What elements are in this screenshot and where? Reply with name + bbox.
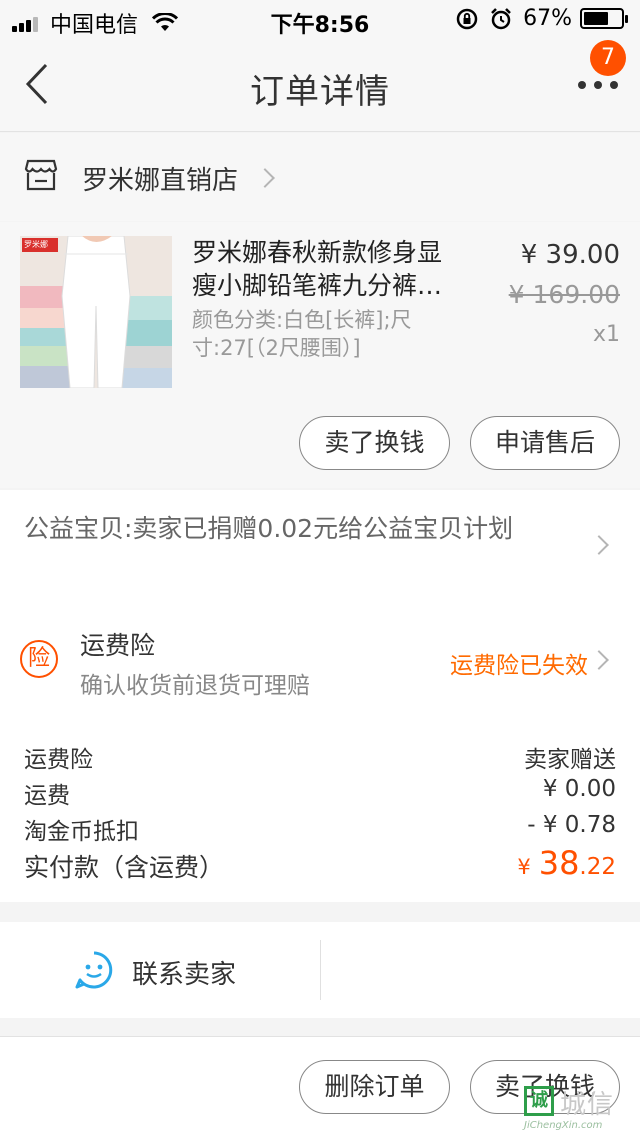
watermark-text: 城信 — [560, 1090, 615, 1120]
total-currency: ¥ — [517, 855, 531, 879]
total-label: 实付款（含运费） — [24, 853, 225, 882]
contact-seller-label: 联系卖家 — [132, 960, 237, 990]
summary-row: 淘金币抵扣 - ¥ 0.78 — [24, 812, 616, 846]
battery-icon — [580, 8, 628, 29]
total-row: 实付款（含运费） ¥ 38.22 — [24, 844, 616, 884]
battery-percent: 67% — [523, 6, 572, 31]
product-quantity: x1 — [592, 322, 620, 347]
watermark-site: JiChengXin.com — [524, 1120, 603, 1131]
total-integer: 38 — [538, 844, 580, 882]
nav-bar: 订单详情 7 — [0, 40, 640, 132]
order-item: 罗米娜 罗米娜春秋新款修身显瘦小脚铅笔裤九分裤… 颜色分类:白色[长裤];尺寸:… — [0, 222, 640, 488]
status-bar: 中国电信 下午8:56 67% — [0, 0, 640, 40]
product-sku: 颜色分类:白色[长裤];尺寸:27[（2尺腰围）] — [192, 308, 412, 360]
charity-row[interactable]: 公益宝贝:卖家已捐赠0.02元给公益宝贝计划 — [0, 490, 640, 600]
insurance-status: 运费险已失效 — [450, 653, 588, 679]
price-summary: 运费险 卖家赠送 运费 ¥ 0.00 淘金币抵扣 - ¥ 0.78 实付款（含运… — [0, 712, 640, 902]
watermark: 诚 城信 JiChengXin.com — [520, 1082, 632, 1132]
shop-row[interactable]: 罗米娜直销店 — [0, 133, 640, 221]
contact-seller-button[interactable]: 联系卖家 — [0, 922, 320, 1018]
watermark-logo: 诚 — [524, 1086, 554, 1116]
summary-row: 运费险 卖家赠送 — [24, 740, 616, 774]
summary-label: 淘金币抵扣 — [24, 819, 139, 845]
product-title[interactable]: 罗米娜春秋新款修身显瘦小脚铅笔裤九分裤… — [192, 236, 462, 302]
product-thumbnail[interactable]: 罗米娜 — [20, 236, 172, 388]
insurance-subtitle: 确认收货前退货可理赔 — [80, 673, 310, 699]
contact-section: 联系卖家 — [0, 922, 640, 1018]
thumb-brand-label: 罗米娜 — [24, 240, 48, 249]
status-right: 67% — [455, 6, 628, 31]
page-title: 订单详情 — [250, 72, 390, 112]
delete-order-button[interactable]: 删除订单 — [299, 1060, 450, 1114]
notification-badge: 7 — [590, 40, 626, 76]
summary-row: 运费 ¥ 0.00 — [24, 776, 616, 810]
chevron-right-icon — [589, 650, 609, 670]
chevron-right-icon — [255, 168, 275, 188]
sell-for-cash-button[interactable]: 卖了换钱 — [299, 416, 450, 470]
more-dots-icon — [578, 81, 586, 89]
battery-level — [584, 12, 608, 25]
product-image — [20, 236, 172, 388]
freight-insurance-row[interactable]: 险 运费险 确认收货前退货可理赔 运费险已失效 — [0, 600, 640, 712]
summary-label: 运费 — [24, 783, 70, 809]
alarm-icon — [491, 7, 511, 29]
product-price: ¥ 39.00 — [520, 240, 620, 270]
summary-value: 卖家赠送 — [524, 747, 616, 773]
divider — [320, 940, 321, 1000]
smiley-chat-icon — [75, 951, 113, 989]
insurance-title: 运费险 — [80, 631, 156, 660]
charity-text: 公益宝贝:卖家已捐赠0.02元给公益宝贝计划 — [24, 514, 514, 543]
shop-name: 罗米娜直销店 — [82, 166, 239, 196]
summary-value: ¥ 0.00 — [542, 776, 616, 802]
total-decimal: .22 — [579, 854, 616, 880]
store-icon — [24, 159, 58, 191]
product-original-price: ¥ 169.00 — [508, 280, 620, 309]
summary-value: - ¥ 0.78 — [527, 812, 616, 838]
summary-label: 运费险 — [24, 747, 93, 773]
insurance-icon: 险 — [20, 640, 58, 678]
after-sale-button[interactable]: 申请售后 — [470, 416, 620, 470]
total-amount: ¥ 38.22 — [517, 844, 616, 882]
rotation-lock-icon — [456, 8, 478, 29]
